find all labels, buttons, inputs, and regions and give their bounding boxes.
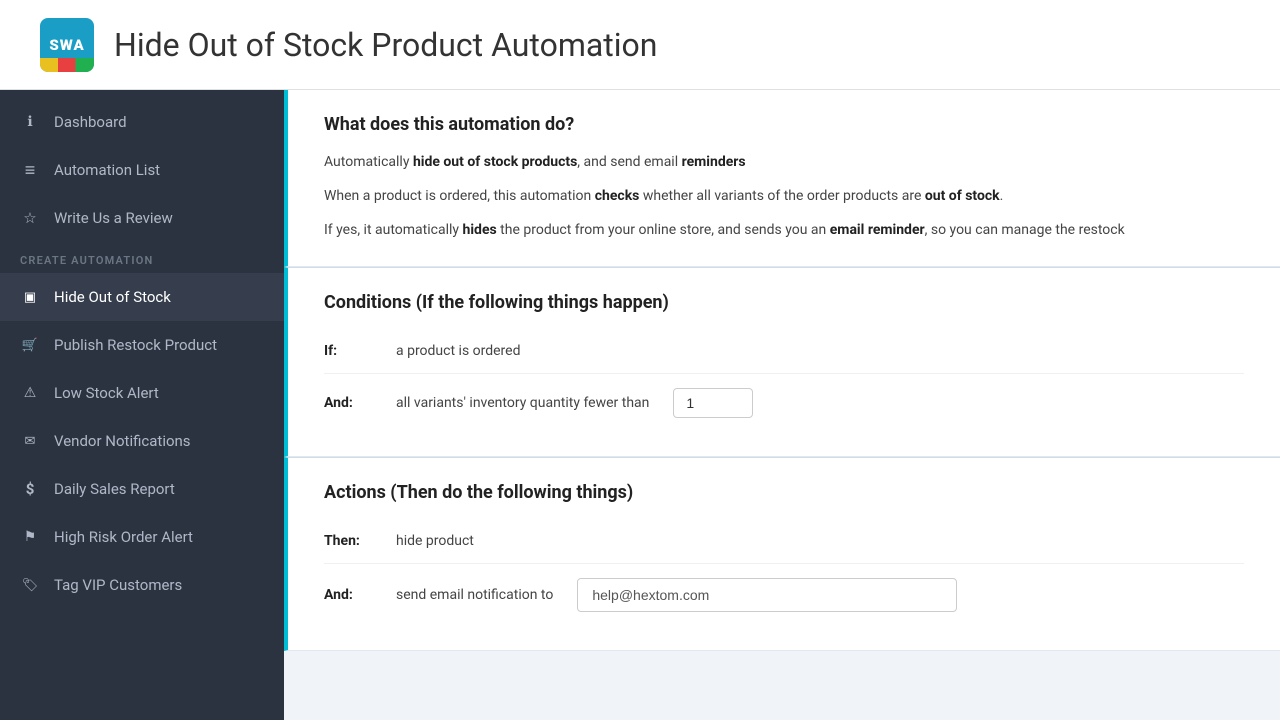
info-card: What does this automation do? Automatica… bbox=[284, 90, 1280, 267]
conditions-card: Conditions (If the following things happ… bbox=[284, 267, 1280, 457]
dollar-icon bbox=[20, 479, 40, 499]
sidebar-item-hide-out-of-stock[interactable]: Hide Out of Stock bbox=[0, 273, 284, 321]
sidebar-label-tag-vip-customers: Tag VIP Customers bbox=[54, 576, 182, 594]
sidebar-label-dashboard: Dashboard bbox=[54, 113, 127, 131]
dashboard-icon bbox=[20, 112, 40, 132]
sidebar-item-daily-sales-report[interactable]: Daily Sales Report bbox=[0, 465, 284, 513]
alert-icon bbox=[20, 383, 40, 403]
mail-icon bbox=[20, 431, 40, 451]
info-line3-bold1: hides bbox=[463, 222, 497, 238]
main-content: What does this automation do? Automatica… bbox=[284, 90, 1280, 720]
actions-body: Then: hide product And: send email notif… bbox=[324, 519, 1244, 626]
info-line1-bold2: reminders bbox=[682, 154, 746, 170]
info-line3-bold2: email reminder bbox=[830, 222, 925, 238]
sidebar-label-high-risk-order-alert: High Risk Order Alert bbox=[54, 528, 193, 546]
sidebar-label-vendor-notifications: Vendor Notifications bbox=[54, 432, 191, 450]
logo-text: SWA bbox=[49, 36, 84, 54]
info-line3-suffix: , so you can manage the restock bbox=[925, 222, 1125, 238]
list-icon bbox=[20, 160, 40, 180]
sidebar-item-publish-restock[interactable]: Publish Restock Product bbox=[0, 321, 284, 369]
sidebar-item-tag-vip-customers[interactable]: Tag VIP Customers bbox=[0, 561, 284, 609]
sidebar-item-low-stock-alert[interactable]: Low Stock Alert bbox=[0, 369, 284, 417]
info-line3-mid1: the product from your online store, and … bbox=[497, 222, 830, 238]
condition-row-1: If: a product is ordered bbox=[324, 329, 1244, 374]
sidebar-item-write-review[interactable]: Write Us a Review bbox=[0, 194, 284, 242]
info-line3-prefix: If yes, it automatically bbox=[324, 222, 463, 238]
sidebar-label-automation-list: Automation List bbox=[54, 161, 160, 179]
action-text-then: hide product bbox=[396, 533, 474, 549]
condition-label-and: And: bbox=[324, 395, 380, 411]
sidebar: Dashboard Automation List Write Us a Rev… bbox=[0, 90, 284, 720]
sidebar-label-low-stock-alert: Low Stock Alert bbox=[54, 384, 159, 402]
main-layout: Dashboard Automation List Write Us a Rev… bbox=[0, 90, 1280, 720]
actions-title: Actions (Then do the following things) bbox=[324, 482, 1244, 503]
info-line-2: When a product is ordered, this automati… bbox=[324, 185, 1244, 209]
sidebar-item-vendor-notifications[interactable]: Vendor Notifications bbox=[0, 417, 284, 465]
sidebar-item-dashboard[interactable]: Dashboard bbox=[0, 98, 284, 146]
sidebar-label-daily-sales-report: Daily Sales Report bbox=[54, 480, 175, 498]
info-card-body: Automatically hide out of stock products… bbox=[324, 151, 1244, 242]
info-line2-dot: . bbox=[1000, 188, 1004, 204]
conditions-body: If: a product is ordered And: all varian… bbox=[324, 329, 1244, 432]
sidebar-label-publish-restock: Publish Restock Product bbox=[54, 336, 217, 354]
logo: SWA bbox=[40, 18, 94, 72]
condition-text-if: a product is ordered bbox=[396, 343, 521, 359]
box-icon bbox=[20, 287, 40, 307]
cart-icon bbox=[20, 335, 40, 355]
action-text-and: send email notification to bbox=[396, 587, 553, 603]
action-row-1: Then: hide product bbox=[324, 519, 1244, 564]
info-card-title: What does this automation do? bbox=[324, 114, 1244, 135]
quantity-input[interactable] bbox=[673, 388, 753, 418]
info-line1-prefix: Automatically bbox=[324, 154, 413, 170]
info-line2-mid1: whether all variants of the order produc… bbox=[639, 188, 924, 204]
condition-label-if: If: bbox=[324, 343, 380, 359]
flag-icon bbox=[20, 527, 40, 547]
tag-icon bbox=[20, 575, 40, 595]
logo-bar bbox=[40, 58, 94, 72]
condition-text-and: all variants' inventory quantity fewer t… bbox=[396, 395, 649, 411]
action-label-and: And: bbox=[324, 587, 380, 603]
condition-row-2: And: all variants' inventory quantity fe… bbox=[324, 374, 1244, 432]
info-line2-bold1: checks bbox=[595, 188, 640, 204]
info-line-3: If yes, it automatically hides the produ… bbox=[324, 219, 1244, 243]
sidebar-label-hide-out-of-stock: Hide Out of Stock bbox=[54, 288, 171, 306]
sidebar-item-high-risk-order-alert[interactable]: High Risk Order Alert bbox=[0, 513, 284, 561]
page-title: Hide Out of Stock Product Automation bbox=[114, 26, 657, 64]
info-line2-prefix: When a product is ordered, this automati… bbox=[324, 188, 595, 204]
info-line-1: Automatically hide out of stock products… bbox=[324, 151, 1244, 175]
actions-card: Actions (Then do the following things) T… bbox=[284, 457, 1280, 651]
info-line2-bold2: out of stock bbox=[925, 188, 1000, 204]
info-line1-mid: , and send email bbox=[577, 154, 681, 170]
sidebar-item-automation-list[interactable]: Automation List bbox=[0, 146, 284, 194]
email-input[interactable] bbox=[577, 578, 957, 612]
sidebar-label-write-review: Write Us a Review bbox=[54, 209, 173, 227]
conditions-title: Conditions (If the following things happ… bbox=[324, 292, 1244, 313]
info-line1-bold1: hide out of stock products bbox=[413, 154, 577, 170]
sidebar-section-create: CREATE AUTOMATION bbox=[0, 242, 284, 273]
action-row-2: And: send email notification to bbox=[324, 564, 1244, 626]
star-icon bbox=[20, 208, 40, 228]
action-label-then: Then: bbox=[324, 533, 380, 549]
app-header: SWA Hide Out of Stock Product Automation bbox=[0, 0, 1280, 90]
